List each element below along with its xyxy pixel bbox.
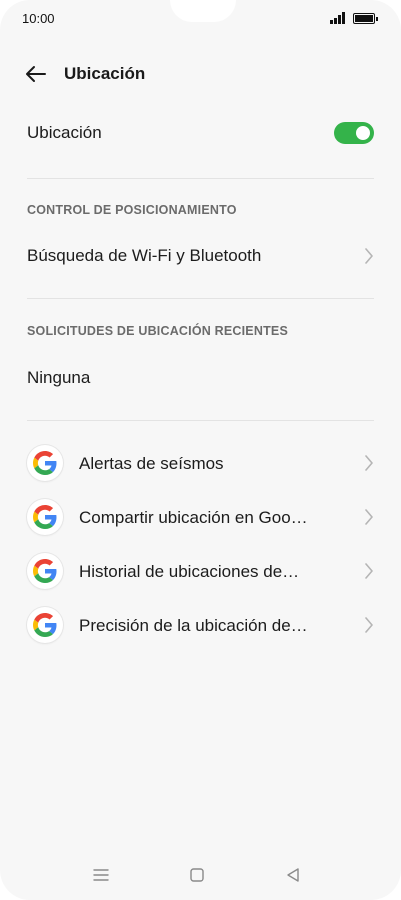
wifi-bluetooth-scan-label: Búsqueda de Wi-Fi y Bluetooth [27,246,262,265]
google-item-label: Compartir ubicación en Goo… [79,508,308,527]
battery-icon [353,12,378,24]
google-item-location-sharing[interactable]: Compartir ubicación en Goo… [27,497,374,537]
location-toggle-label: Ubicación [27,123,102,142]
google-item-label: Historial de ubicaciones de… [79,562,300,581]
google-icon [27,553,63,589]
chevron-right-icon [365,617,373,633]
divider [27,298,374,299]
recent-requests-value: Ninguna [27,368,91,387]
google-item-label: Precisión de la ubicación de… [79,616,308,635]
google-item-label: Alertas de seísmos [79,454,224,473]
section-label-recent: SOLICITUDES DE UBICACIÓN RECIENTES [27,324,288,338]
signal-icon [330,12,345,24]
status-bar: 10:00 [0,0,401,36]
google-icon [27,607,63,643]
back-arrow-icon[interactable] [24,62,48,86]
back-triangle-icon[interactable] [284,866,302,884]
google-item-location-accuracy[interactable]: Precisión de la ubicación de… [27,605,374,645]
navigation-bar [0,850,401,900]
location-toggle-row[interactable]: Ubicación [27,122,374,144]
section-label-positioning: CONTROL DE POSICIONAMIENTO [27,203,237,217]
status-time: 10:00 [22,11,55,26]
divider [27,420,374,421]
chevron-right-icon [365,563,373,579]
chevron-right-icon [365,248,373,264]
page-title: Ubicación [64,64,146,83]
google-item-location-history[interactable]: Historial de ubicaciones de… [27,551,374,591]
chevron-right-icon [365,509,373,525]
phone-screen: 10:00 Ubicación Ubicación CONTROL DE POS… [0,0,401,900]
google-icon [27,499,63,535]
home-icon[interactable] [188,866,206,884]
toggle-knob [356,126,370,140]
status-icons [330,12,378,24]
google-item-earthquake-alerts[interactable]: Alertas de seísmos [27,443,374,483]
google-icon [27,445,63,481]
chevron-right-icon [365,455,373,471]
divider [27,178,374,179]
app-header: Ubicación [0,58,401,90]
location-toggle-switch[interactable] [334,122,374,144]
wifi-bluetooth-scan-item[interactable]: Búsqueda de Wi-Fi y Bluetooth [27,242,374,270]
menu-icon[interactable] [92,866,110,884]
